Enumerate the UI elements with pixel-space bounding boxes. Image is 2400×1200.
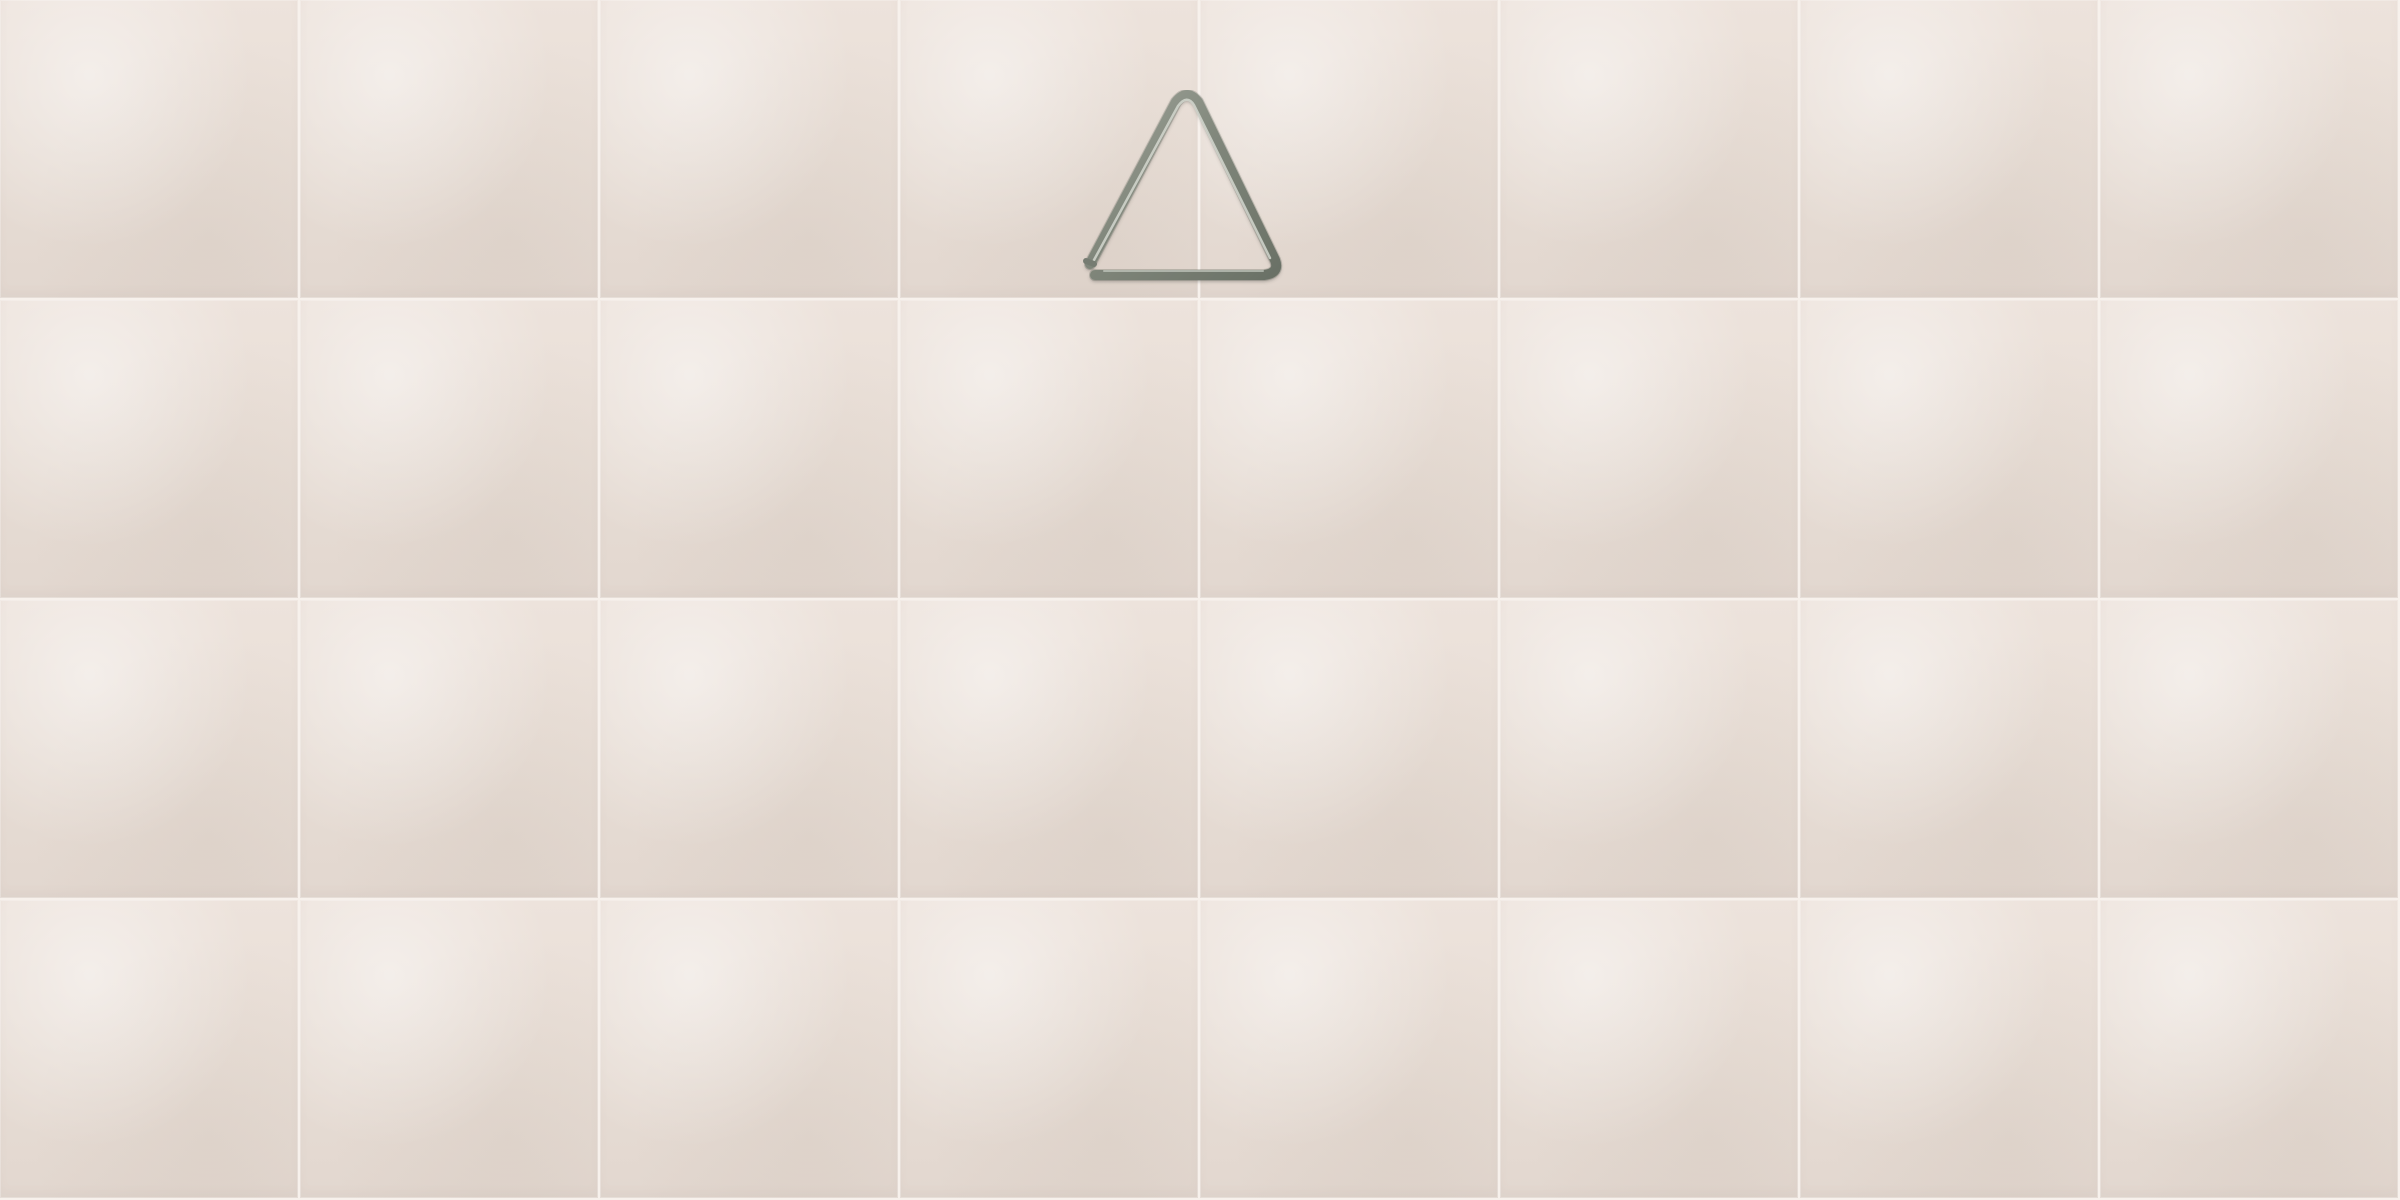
- grid-tile[interactable]: [1800, 600, 2100, 900]
- grid-tile[interactable]: [1800, 900, 2100, 1200]
- triangle-instrument-icon[interactable]: [1080, 90, 1286, 295]
- grid-tile[interactable]: [2100, 600, 2400, 900]
- grid-tile[interactable]: [1800, 300, 2100, 600]
- grid-tile[interactable]: [1200, 600, 1500, 900]
- grid-tile[interactable]: [600, 900, 900, 1200]
- grid-tile[interactable]: [0, 0, 300, 300]
- grid-tile[interactable]: [1200, 300, 1500, 600]
- grid-tile[interactable]: [300, 900, 600, 1200]
- grid-tile[interactable]: [300, 600, 600, 900]
- grid-tile[interactable]: [2100, 300, 2400, 600]
- grid-tile[interactable]: [2100, 900, 2400, 1200]
- grid-tile[interactable]: [1500, 0, 1800, 300]
- grid-tile[interactable]: [0, 600, 300, 900]
- grid-tile[interactable]: [0, 900, 300, 1200]
- grid-tile[interactable]: [600, 300, 900, 600]
- grid-tile[interactable]: [0, 300, 300, 600]
- grid-tile[interactable]: [300, 0, 600, 300]
- grid-tile[interactable]: [600, 0, 900, 300]
- grid-tile[interactable]: [900, 900, 1200, 1200]
- grid-tile[interactable]: [900, 600, 1200, 900]
- grid-tile[interactable]: [1500, 300, 1800, 600]
- grid-tile[interactable]: [900, 300, 1200, 600]
- grid-tile[interactable]: [1500, 900, 1800, 1200]
- grid-tile[interactable]: [1200, 900, 1500, 1200]
- grid-tile[interactable]: [1500, 600, 1800, 900]
- grid-tile[interactable]: [2100, 0, 2400, 300]
- grid-tile[interactable]: [1800, 0, 2100, 300]
- grid-tile[interactable]: [600, 600, 900, 900]
- grid-tile[interactable]: [300, 300, 600, 600]
